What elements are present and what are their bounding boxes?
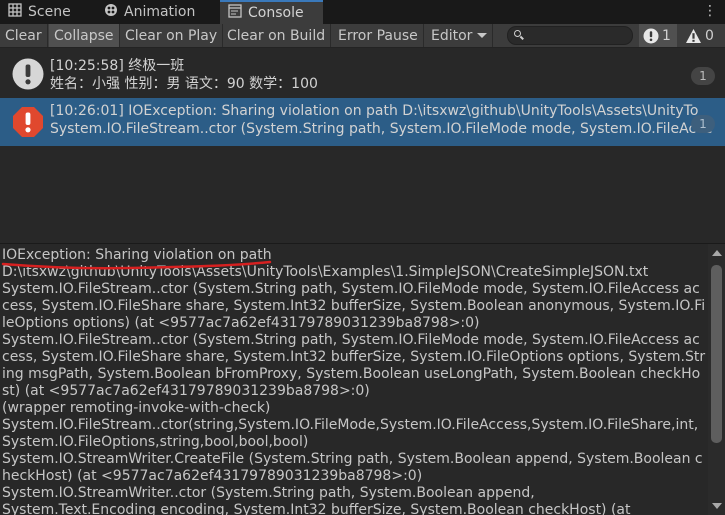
collapse-count-badge: 1 [691, 115, 715, 133]
dropdown-triangle-icon [477, 33, 488, 38]
search-field[interactable] [507, 26, 633, 45]
scene-grid-icon [8, 3, 22, 21]
log-list: [10:25:58] 终极一班 姓名：小强 性别：男 语文：90 数学：100 … [0, 48, 725, 243]
window-menu-button[interactable]: ⋮ [703, 3, 717, 19]
tab-animation[interactable]: Animation [104, 0, 195, 24]
error-pause-toggle[interactable]: Error Pause [333, 24, 424, 47]
stack-trace-panel[interactable]: IOException: Sharing violation on path D… [0, 244, 708, 515]
tab-scene-label: Scene [28, 4, 71, 20]
clear-on-play-toggle[interactable]: Clear on Play [120, 24, 224, 47]
tab-console[interactable]: Console [220, 0, 323, 24]
collapse-count-badge: 1 [691, 67, 715, 85]
warning-icon [685, 28, 702, 44]
collapse-toggle[interactable]: Collapse [49, 24, 120, 47]
scrollbar-thumb[interactable] [711, 265, 722, 443]
warning-count-toggle[interactable]: 0 [681, 24, 721, 47]
info-icon [643, 28, 659, 44]
info-count: 1 [662, 27, 671, 44]
red-underline-annotation [1, 260, 272, 270]
scroll-up-arrow-icon[interactable] [712, 250, 722, 256]
log-entry-detail: System.IO.FileStream..ctor (System.Strin… [50, 121, 713, 137]
log-entry-info[interactable]: [10:25:58] 终极一班 姓名：小强 性别：男 语文：90 数学：100 … [0, 50, 725, 98]
log-entry-message: [10:25:58] 终极一班 [50, 58, 185, 74]
search-icon [514, 30, 521, 37]
tab-scene[interactable]: Scene [8, 0, 71, 24]
log-entry-error[interactable]: [10:26:01] IOException: Sharing violatio… [0, 98, 725, 146]
clear-button[interactable]: Clear [0, 24, 48, 47]
console-icon [228, 4, 242, 22]
editor-dropdown[interactable]: Editor [426, 24, 493, 47]
search-input[interactable] [526, 28, 628, 43]
log-entry-detail: 姓名：小强 性别：男 语文：90 数学：100 [50, 76, 318, 92]
console-toolbar: Clear Collapse Clear on Play Clear on Bu… [0, 24, 725, 48]
warning-count: 0 [705, 27, 714, 44]
clear-on-build-toggle[interactable]: Clear on Build [222, 24, 332, 47]
editor-dropdown-label: Editor [431, 27, 473, 44]
scroll-down-arrow-icon[interactable] [712, 503, 722, 509]
vertical-scrollbar[interactable] [708, 244, 725, 515]
tab-animation-label: Animation [124, 4, 196, 20]
info-message-icon [12, 58, 44, 90]
error-message-icon [12, 106, 44, 138]
window-tab-bar: Scene Animation Console ⋮ [0, 0, 725, 24]
stack-trace-text[interactable]: IOException: Sharing violation on path D… [2, 247, 706, 515]
animation-icon [104, 3, 118, 21]
log-entry-message: [10:26:01] IOException: Sharing violatio… [50, 103, 699, 119]
tab-console-label: Console [248, 5, 304, 21]
info-count-toggle[interactable]: 1 [639, 24, 677, 47]
